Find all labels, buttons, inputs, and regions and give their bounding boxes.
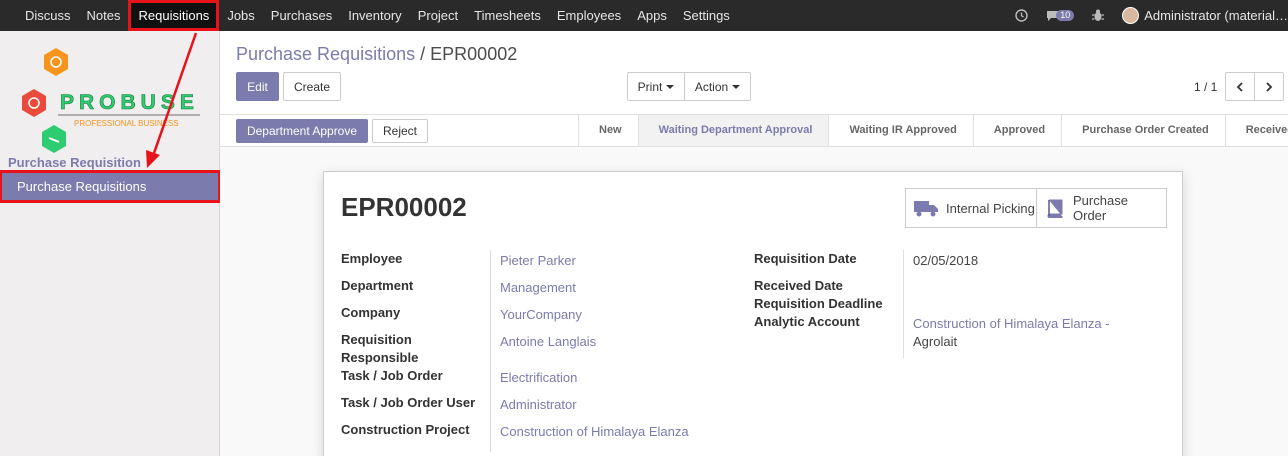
menu-notes[interactable]: Notes — [79, 0, 129, 31]
menu-requisitions[interactable]: Requisitions — [128, 0, 220, 31]
stage-waiting-ir-approved: Waiting IR Approved — [828, 115, 973, 146]
requisition-deadline-label: Requisition Deadline — [754, 296, 883, 311]
menu-discuss[interactable]: Discuss — [17, 0, 79, 31]
purchase-order-label-line2: Order — [1073, 208, 1107, 223]
stage-received: Received — [1224, 115, 1288, 146]
chat-count-badge: 10 — [1056, 10, 1075, 21]
company-value[interactable]: YourCompany — [500, 306, 582, 324]
chevron-down-icon — [666, 84, 675, 89]
main-menu: Discuss Notes Requisitions Jobs Purchase… — [0, 0, 738, 31]
status-bar: Department Approve Reject New Waiting De… — [220, 114, 1288, 147]
edit-button[interactable]: Edit — [236, 72, 279, 101]
book-icon — [1047, 199, 1063, 218]
construction-project-value[interactable]: Construction of Himalaya Elanza — [500, 423, 689, 441]
task-job-order-user-label: Task / Job Order User — [341, 395, 476, 410]
form-sheet: EPR00002 Internal Picking Purchase Order… — [323, 171, 1183, 456]
construction-project-label: Construction Project — [341, 422, 470, 437]
user-name: Administrator (material… — [1144, 8, 1288, 23]
employee-label: Employee — [341, 251, 403, 266]
requisition-date-value[interactable]: 02/05/2018 — [913, 252, 978, 270]
print-dropdown[interactable]: Print — [627, 72, 685, 101]
task-job-order-label: Task / Job Order — [341, 368, 443, 383]
create-label: Create — [293, 79, 331, 94]
left-field-divider — [490, 250, 491, 452]
action-label: Action — [694, 79, 729, 94]
probuse-logo: PROBUSE PROFESSIONAL BUSINESS — [22, 48, 200, 153]
purchase-order-button[interactable]: Purchase Order — [1036, 188, 1167, 228]
employee-value[interactable]: Pieter Parker — [500, 252, 576, 270]
chevron-left-icon — [1236, 81, 1243, 92]
pager-next-button[interactable] — [1254, 72, 1284, 101]
department-approve-button[interactable]: Department Approve — [236, 119, 368, 143]
avatar — [1122, 7, 1140, 24]
menu-apps[interactable]: Apps — [629, 0, 675, 31]
department-label: Department — [341, 278, 414, 293]
internal-picking-button[interactable]: Internal Picking — [905, 188, 1037, 228]
menu-jobs[interactable]: Jobs — [219, 0, 262, 31]
svg-text:PROBUSE: PROBUSE — [60, 91, 199, 114]
action-dropdown[interactable]: Action — [684, 72, 751, 101]
print-label: Print — [637, 79, 663, 94]
requisition-date-label: Requisition Date — [754, 251, 857, 266]
stage-approved: Approved — [972, 115, 1062, 146]
received-date-label: Received Date — [754, 278, 843, 293]
truck-icon — [914, 201, 938, 217]
stage-purchase-order-created: Purchase Order Created — [1061, 115, 1225, 146]
analytic-account-value[interactable]: Construction of Himalaya Elanza - — [913, 315, 1110, 333]
department-value[interactable]: Management — [500, 279, 576, 297]
menu-timesheets[interactable]: Timesheets — [466, 0, 549, 31]
purchase-order-label-line1: Purchase — [1073, 193, 1128, 208]
requisition-responsible-label: Requisition Responsible — [341, 332, 419, 365]
menu-project[interactable]: Project — [410, 0, 466, 31]
requisition-responsible-value[interactable]: Antoine Langlais — [500, 333, 596, 351]
menu-employees[interactable]: Employees — [549, 0, 629, 31]
stage-new: New — [578, 115, 638, 146]
systray: 10 Administrator (material… — [1015, 0, 1288, 31]
purchase-order-label: Purchase Order — [1073, 193, 1128, 223]
create-button[interactable]: Create — [283, 72, 341, 101]
stage-waiting-department-approval: Waiting Department Approval — [637, 115, 829, 146]
breadcrumb-parent[interactable]: Purchase Requisitions — [236, 44, 415, 64]
logo-subtitle: PROFESSIONAL BUSINESS — [74, 119, 179, 128]
pager-previous-button[interactable] — [1225, 72, 1255, 101]
reject-button[interactable]: Reject — [372, 119, 428, 143]
sidebar-item-purchase-requisitions[interactable]: Purchase Requisitions — [0, 170, 221, 203]
breadcrumb: Purchase Requisitions / EPR00002 — [236, 44, 517, 65]
analytic-account-partner: Agrolait — [913, 334, 958, 349]
chevron-down-icon — [732, 84, 741, 89]
menu-settings[interactable]: Settings — [675, 0, 738, 31]
logo-wordmark: PROBUSE — [60, 91, 199, 115]
sidebar: PROBUSE PROFESSIONAL BUSINESS Purchase R… — [0, 31, 221, 456]
pager-value[interactable]: 1 / 1 — [1194, 80, 1217, 94]
task-job-order-user-value[interactable]: Administrator — [500, 396, 577, 414]
top-navbar: Discuss Notes Requisitions Jobs Purchase… — [0, 0, 1288, 31]
company-label: Company — [341, 305, 401, 320]
department-approve-label: Department Approve — [246, 124, 358, 138]
task-job-order-value[interactable]: Electrification — [500, 369, 577, 387]
debug-bug-icon[interactable] — [1092, 9, 1105, 22]
analytic-account-label: Analytic Account — [754, 314, 860, 329]
menu-inventory[interactable]: Inventory — [340, 0, 409, 31]
breadcrumb-separator: / — [420, 44, 426, 64]
chevron-right-icon — [1266, 81, 1273, 92]
sidebar-category-purchase-requisition: Purchase Requisition — [8, 155, 141, 170]
stage-pipeline: New Waiting Department Approval Waiting … — [578, 115, 1288, 146]
chat-icon[interactable]: 10 — [1046, 10, 1075, 22]
edit-label: Edit — [247, 79, 268, 94]
user-menu[interactable]: Administrator (material… — [1122, 7, 1288, 24]
menu-purchases[interactable]: Purchases — [263, 0, 340, 31]
internal-picking-label: Internal Picking — [946, 200, 1035, 216]
reject-label: Reject — [382, 124, 417, 138]
right-field-divider — [903, 250, 904, 358]
breadcrumb-current: EPR00002 — [430, 44, 518, 64]
record-title: EPR00002 — [341, 192, 467, 222]
activity-clock-icon[interactable] — [1015, 9, 1028, 22]
